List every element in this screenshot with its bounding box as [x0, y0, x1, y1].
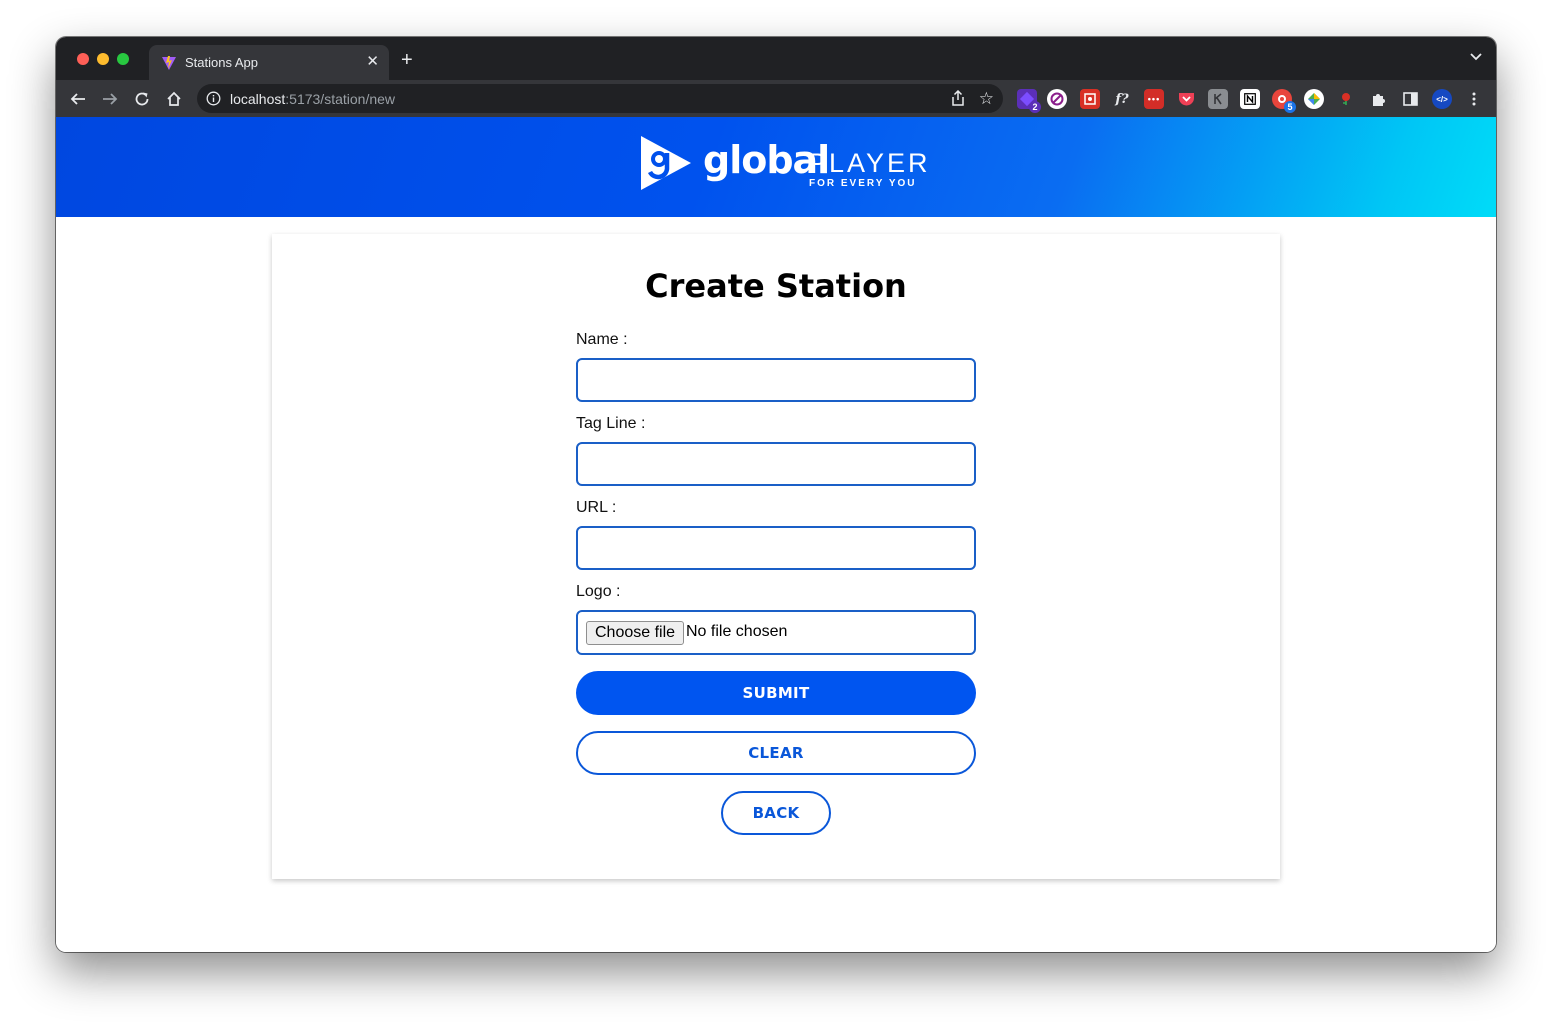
- url-host: localhost: [230, 91, 286, 107]
- header-banner: global PLAYER FOR EVERY YOU: [56, 117, 1496, 217]
- submit-button[interactable]: SUBMIT: [576, 671, 976, 715]
- browser-toolbar: localhost:5173/station/new ☆ 2 f? ••• 5 …: [56, 80, 1496, 117]
- maximize-window-button[interactable]: [117, 53, 129, 65]
- url-input[interactable]: [576, 526, 976, 570]
- extensions-puzzle-icon[interactable]: [1368, 89, 1388, 109]
- tab-stations-app[interactable]: Stations App ✕: [149, 45, 389, 80]
- color-ext-icon[interactable]: [1304, 89, 1324, 109]
- brand-tagline: FOR EVERY YOU: [809, 178, 917, 189]
- pocket-ext-icon[interactable]: [1176, 89, 1196, 109]
- gray-ext-icon[interactable]: [1208, 89, 1228, 109]
- tab-title: Stations App: [185, 55, 258, 70]
- page-title: Create Station: [645, 267, 907, 305]
- info-icon[interactable]: [206, 91, 221, 106]
- grammar-ext-icon[interactable]: 5: [1272, 89, 1296, 113]
- logo-file-input[interactable]: Choose file No file chosen: [576, 610, 976, 655]
- url-text: localhost:5173/station/new: [230, 91, 395, 107]
- file-status: No file chosen: [686, 623, 788, 640]
- global-play-icon: [641, 136, 691, 190]
- logo-label: Logo :: [576, 583, 621, 600]
- font-ext-icon[interactable]: f?: [1112, 89, 1132, 109]
- create-station-card: Create Station Name : Tag Line : URL : L…: [272, 234, 1280, 879]
- tab-close-icon[interactable]: ✕: [366, 53, 379, 71]
- brand-player: PLAYER: [808, 148, 931, 178]
- name-label: Name :: [576, 331, 628, 348]
- tagline-label: Tag Line :: [576, 415, 646, 432]
- red-ext-icon[interactable]: [1080, 89, 1100, 109]
- back-arrow-icon[interactable]: [66, 87, 90, 111]
- lastpass-ext-icon[interactable]: •••: [1144, 89, 1164, 109]
- tagline-input[interactable]: [576, 442, 976, 486]
- kebab-menu-icon[interactable]: [1464, 89, 1484, 109]
- forward-arrow-icon[interactable]: [98, 87, 122, 111]
- choose-file-button[interactable]: Choose file: [586, 621, 685, 645]
- extension-badge: 2: [1029, 101, 1041, 113]
- new-tab-button[interactable]: +: [401, 50, 413, 70]
- url-path: :5173/station/new: [285, 91, 396, 107]
- home-icon[interactable]: [162, 87, 186, 111]
- page-content: global PLAYER FOR EVERY YOU Create Stati…: [56, 117, 1496, 952]
- name-input[interactable]: [576, 358, 976, 402]
- vite-icon: [162, 56, 176, 70]
- profile-avatar-icon[interactable]: </>: [1432, 89, 1452, 109]
- share-icon[interactable]: [951, 90, 965, 106]
- chevron-down-icon[interactable]: [1470, 53, 1482, 61]
- clear-button[interactable]: CLEAR: [576, 731, 976, 775]
- back-button[interactable]: BACK: [721, 791, 831, 835]
- minimize-window-button[interactable]: [97, 53, 109, 65]
- close-window-button[interactable]: [77, 53, 89, 65]
- rose-ext-icon[interactable]: [1336, 89, 1356, 109]
- tab-strip: Stations App ✕ +: [56, 37, 1496, 80]
- notion-ext-icon[interactable]: [1240, 89, 1260, 109]
- url-label: URL :: [576, 499, 617, 516]
- puzzle-ext-icon[interactable]: 2: [1017, 89, 1041, 113]
- extension-badge: 5: [1284, 101, 1296, 113]
- bookmark-star-icon[interactable]: ☆: [979, 89, 994, 109]
- reload-icon[interactable]: [130, 87, 154, 111]
- side-panel-icon[interactable]: [1400, 89, 1420, 109]
- global-player-logo[interactable]: global PLAYER FOR EVERY YOU: [639, 135, 928, 193]
- address-bar[interactable]: localhost:5173/station/new ☆: [197, 84, 1003, 113]
- browser-window: Stations App ✕ + localhost:5173/station/…: [56, 37, 1496, 952]
- block-ext-icon[interactable]: [1047, 89, 1067, 109]
